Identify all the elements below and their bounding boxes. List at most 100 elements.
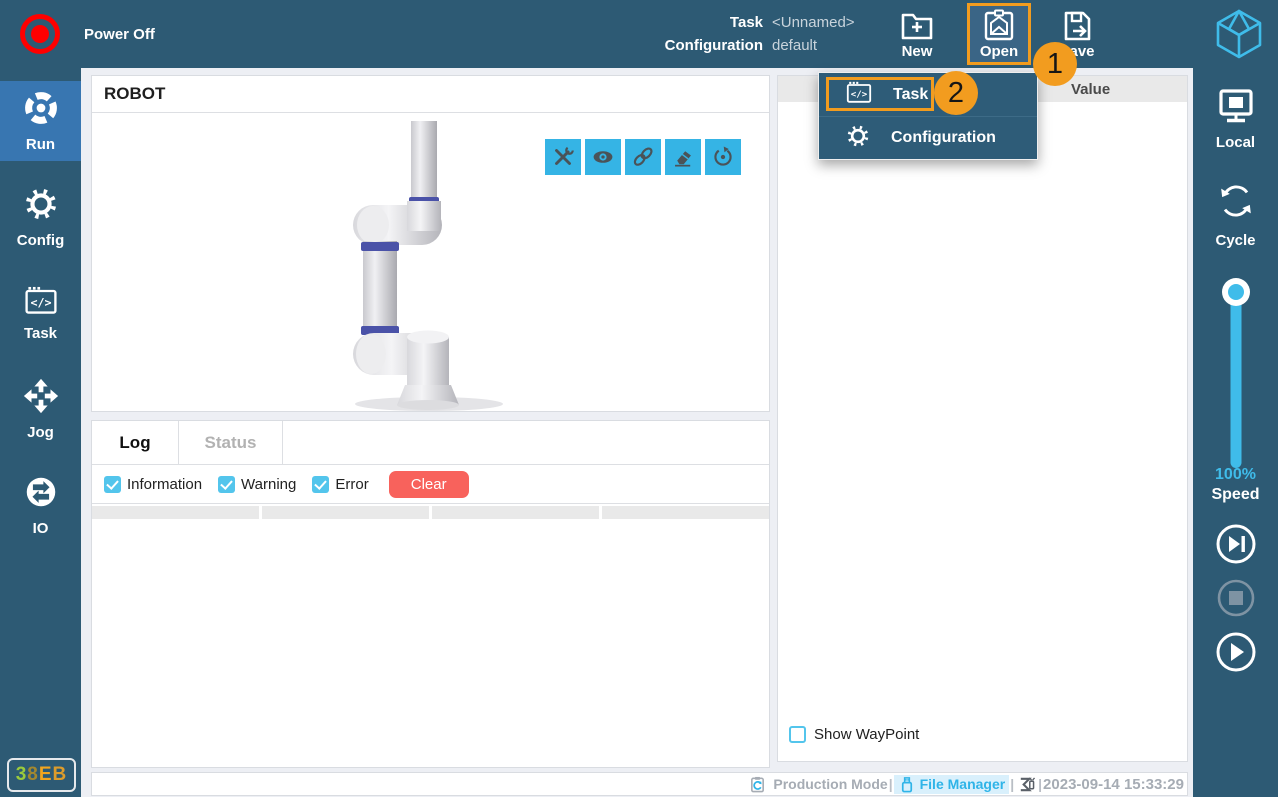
move-arrows-icon <box>22 377 60 420</box>
run-icon <box>22 89 60 132</box>
variables-panel: Value Show WayPoint <box>777 75 1188 762</box>
open-button-label: Open <box>980 43 1018 60</box>
robot-id-char: E <box>39 764 53 786</box>
open-button[interactable]: Open <box>967 3 1031 65</box>
cycle-mode-button[interactable]: Cycle <box>1193 180 1278 249</box>
status-bar: Production Mode | File Manager | | 2023-… <box>91 772 1188 796</box>
filter-information[interactable]: Information <box>104 476 202 493</box>
gear-icon <box>845 123 871 154</box>
open-dropdown-menu: </> Task Configuration <box>818 72 1038 160</box>
right-sidebar: Local Cycle 100% Speed <box>1193 68 1278 797</box>
robot-view-toolbar <box>545 139 741 175</box>
show-waypoint-toggle[interactable]: Show WayPoint <box>789 726 919 743</box>
log-column-header <box>262 506 429 519</box>
log-table-header <box>92 506 769 519</box>
power-indicator-icon[interactable] <box>20 14 60 54</box>
filter-information-label: Information <box>127 476 202 493</box>
speed-slider-knob[interactable] <box>1222 278 1250 306</box>
sidebar-item-task-label: Task <box>24 325 57 342</box>
task-name-value: <Unnamed> <box>772 14 880 31</box>
brand-logo-icon <box>1211 6 1267 62</box>
filter-error[interactable]: Error <box>312 476 368 493</box>
machine-status-icon <box>1017 776 1035 793</box>
clear-log-button[interactable]: Clear <box>389 471 469 498</box>
new-button[interactable]: New <box>888 3 946 65</box>
power-status-label: Power Off <box>84 26 155 43</box>
log-column-header <box>92 506 259 519</box>
sidebar-item-run[interactable]: Run <box>0 81 81 161</box>
filter-warning[interactable]: Warning <box>218 476 296 493</box>
checkbox-checked-icon[interactable] <box>312 476 329 493</box>
robot-id-badge: 38EB <box>7 758 76 792</box>
production-mode-icon <box>749 776 766 793</box>
new-folder-icon <box>899 9 935 41</box>
menu-item-task-label: Task <box>893 86 928 104</box>
eraser-icon[interactable] <box>665 139 701 175</box>
tab-log[interactable]: Log <box>92 421 179 465</box>
cycle-mode-label: Cycle <box>1215 232 1255 249</box>
speed-slider[interactable] <box>1193 278 1278 478</box>
task-config-meta: Task <Unnamed> Configuration default <box>600 0 880 68</box>
robot-id-char: 3 <box>16 764 28 786</box>
cycle-arrows-icon <box>1215 180 1257 227</box>
top-bar: Power Off Task <Unnamed> Configuration d… <box>0 0 1278 68</box>
monitor-icon <box>1216 88 1256 129</box>
separator: | <box>889 776 893 792</box>
local-mode-label: Local <box>1216 134 1255 151</box>
filter-warning-label: Warning <box>241 476 296 493</box>
filter-error-label: Error <box>335 476 368 493</box>
local-mode-button[interactable]: Local <box>1193 88 1278 151</box>
play-button[interactable] <box>1215 631 1257 673</box>
production-mode-status: Production Mode <box>747 776 887 793</box>
open-file-icon <box>982 9 1016 41</box>
rotate-icon[interactable] <box>705 139 741 175</box>
configuration-value: default <box>772 37 880 54</box>
robot-id-char: 8 <box>27 764 39 786</box>
sidebar-item-config[interactable]: Config <box>0 177 81 257</box>
tools-icon[interactable] <box>545 139 581 175</box>
log-column-header <box>432 506 599 519</box>
links-icon[interactable] <box>625 139 661 175</box>
code-window-icon: </> <box>23 284 59 321</box>
menu-item-configuration[interactable]: Configuration <box>819 116 1037 159</box>
code-window-icon: </> <box>845 80 873 109</box>
file-manager-label: File Manager <box>920 776 1006 792</box>
tab-status[interactable]: Status <box>179 421 283 465</box>
checkbox-checked-icon[interactable] <box>104 476 121 493</box>
log-panel: Log Status Information Warning Error Cle… <box>91 420 770 768</box>
robot-3d-view[interactable] <box>347 121 527 418</box>
annotation-badge-2: 2 <box>934 71 978 115</box>
sidebar-item-io-label: IO <box>33 520 49 537</box>
speed-label: Speed <box>1193 486 1278 504</box>
sidebar-item-run-label: Run <box>26 136 55 153</box>
robot-panel-title: ROBOT <box>92 76 769 113</box>
app-window: Power Off Task <Unnamed> Configuration d… <box>0 0 1278 797</box>
log-tabbar: Log Status <box>92 421 769 465</box>
speed-slider-track[interactable] <box>1230 288 1241 468</box>
eye-icon[interactable] <box>585 139 621 175</box>
gear-icon <box>22 185 60 228</box>
separator: | <box>1010 776 1014 792</box>
configuration-label: Configuration <box>600 37 763 54</box>
menu-item-configuration-label: Configuration <box>891 129 996 147</box>
show-waypoint-label: Show WayPoint <box>814 726 919 743</box>
svg-text:</>: </> <box>851 90 868 100</box>
robot-panel: ROBOT <box>91 75 770 412</box>
io-swap-icon <box>22 473 60 516</box>
checkbox-checked-icon[interactable] <box>218 476 235 493</box>
checkbox-unchecked-icon[interactable] <box>789 726 806 743</box>
speed-percent-value: 100% <box>1193 466 1278 484</box>
log-filterbar: Information Warning Error Clear <box>92 465 769 504</box>
stop-button[interactable] <box>1215 577 1257 619</box>
sidebar-item-config-label: Config <box>17 232 64 249</box>
sidebar-item-jog[interactable]: Jog <box>0 369 81 449</box>
datetime-label: 2023-09-14 15:33:29 <box>1043 776 1184 793</box>
step-button[interactable] <box>1215 523 1257 565</box>
usb-drive-icon <box>900 776 914 793</box>
file-manager-link[interactable]: File Manager <box>894 775 1010 794</box>
sidebar-item-task[interactable]: </> Task <box>0 273 81 353</box>
save-floppy-icon <box>1060 9 1094 41</box>
sidebar-item-io[interactable]: IO <box>0 465 81 545</box>
menu-item-task[interactable]: </> Task <box>819 73 1037 116</box>
robot-id-char: B <box>53 764 68 786</box>
